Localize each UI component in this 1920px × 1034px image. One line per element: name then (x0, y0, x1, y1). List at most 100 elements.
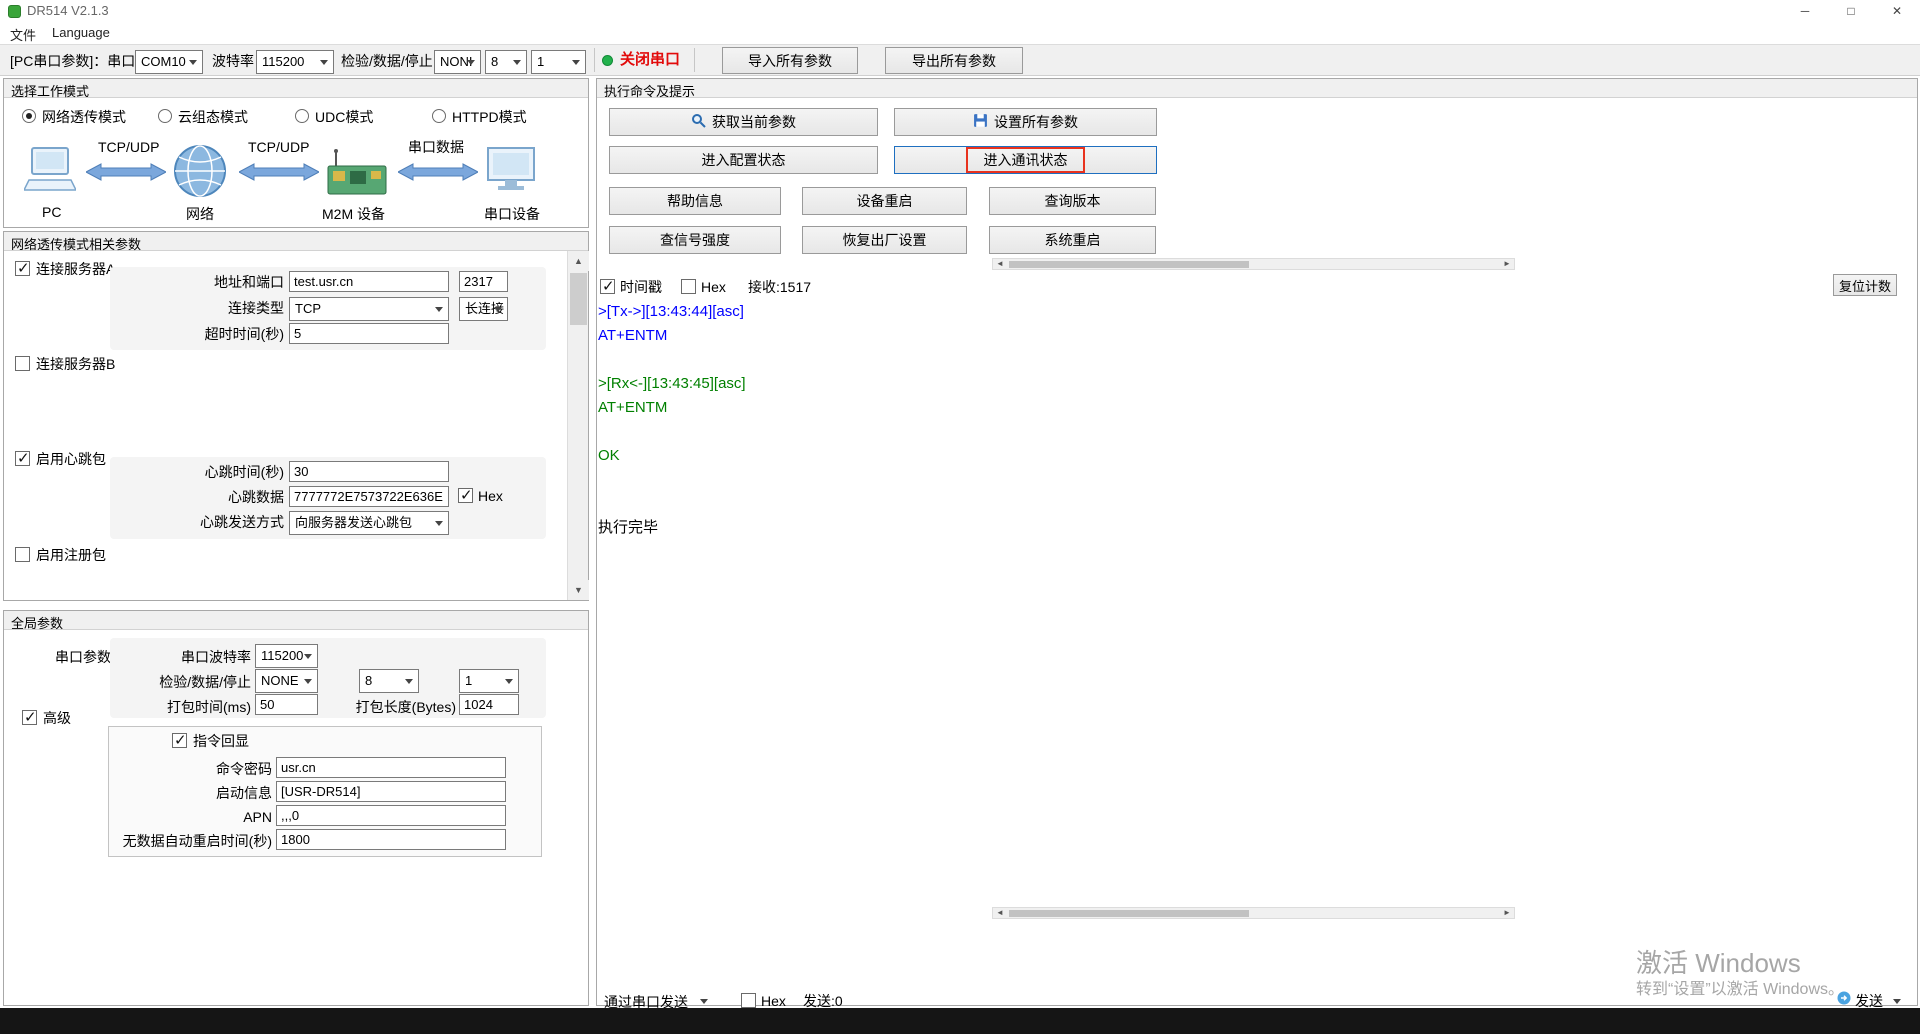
radio-httpd[interactable] (432, 109, 446, 123)
export-params-button[interactable]: 导出所有参数 (885, 47, 1023, 74)
serial-data-arrow-icon (398, 163, 478, 184)
net-params-scrollbar[interactable]: ▲ ▼ (567, 251, 588, 600)
query-version-button[interactable]: 查询版本 (989, 187, 1156, 215)
help-button[interactable]: 帮助信息 (609, 187, 781, 215)
server-b-checkbox[interactable] (15, 356, 30, 371)
advanced-checkbox[interactable] (22, 710, 37, 725)
maximize-button[interactable]: □ (1828, 0, 1874, 22)
factory-reset-button[interactable]: 恢复出厂设置 (802, 226, 967, 254)
echo-checkbox[interactable] (172, 733, 187, 748)
parity-select[interactable]: NONI (434, 50, 481, 74)
pack-time-label: 打包时间(ms) (110, 698, 251, 716)
menu-file[interactable]: 文件 (10, 25, 36, 44)
scrollbar-thumb[interactable] (570, 273, 587, 325)
heartbeat-checkbox[interactable] (15, 451, 30, 466)
heartbeat-data-input[interactable] (289, 486, 449, 507)
work-mode-group-title: 选择工作模式 (4, 79, 588, 98)
auto-restart-input[interactable] (276, 829, 506, 850)
log-line: 执行完毕 (598, 516, 1898, 540)
scroll-left-icon[interactable]: ◄ (993, 259, 1007, 269)
addr-port-label: 地址和端口 (110, 273, 284, 291)
link1-label: TCP/UDP (98, 138, 159, 156)
minimize-button[interactable]: ─ (1782, 0, 1828, 22)
floppy-disk-icon (973, 113, 988, 131)
chevron-down-icon (320, 60, 328, 65)
signal-strength-button[interactable]: 查信号强度 (609, 226, 781, 254)
databits-value: 8 (491, 54, 498, 69)
system-restart-button[interactable]: 系统重启 (989, 226, 1156, 254)
global-params-group-title: 全局参数 (4, 611, 588, 630)
scrollbar-thumb[interactable] (1009, 261, 1249, 268)
set-params-button[interactable]: 设置所有参数 (894, 108, 1157, 136)
scroll-right-icon[interactable]: ► (1500, 908, 1514, 918)
radio-udc[interactable] (295, 109, 309, 123)
pack-time-input[interactable] (255, 694, 318, 715)
baud-select[interactable]: 115200 (256, 50, 334, 74)
register-checkbox[interactable] (15, 547, 30, 562)
heartbeat-hex-label: Hex (478, 487, 503, 505)
baud-value: 115200 (262, 54, 304, 69)
close-port-button[interactable]: 关闭串口 (620, 51, 680, 69)
global-stopbits-value: 1 (465, 673, 472, 688)
log-line: >[Tx->][13:43:44][asc] (598, 300, 1898, 324)
command-panel-title: 执行命令及提示 (597, 79, 1917, 98)
log-textarea[interactable]: >[Tx->][13:43:44][asc] AT+ENTM >[Rx<-][1… (598, 300, 1898, 900)
scroll-right-icon[interactable]: ► (1500, 259, 1514, 269)
server-a-port-input[interactable] (459, 271, 508, 292)
chevron-down-icon (494, 307, 502, 312)
boot-msg-input[interactable] (276, 781, 506, 802)
heartbeat-hex-checkbox[interactable] (458, 488, 473, 503)
pack-len-input[interactable] (459, 694, 519, 715)
timestamp-checkbox[interactable] (600, 279, 615, 294)
toolbar-separator (694, 48, 695, 72)
cmd-password-input[interactable] (276, 757, 506, 778)
scroll-up-icon[interactable]: ▲ (568, 251, 589, 271)
title-bar: DR514 V2.1.3 ─ □ ✕ (0, 0, 1920, 22)
server-a-checkbox[interactable] (15, 261, 30, 276)
radio-cloud[interactable] (158, 109, 172, 123)
pc-serial-label: [PC串口参数]：串口号 (10, 52, 149, 70)
heartbeat-time-input[interactable] (289, 461, 449, 482)
log-hex-checkbox[interactable] (681, 279, 696, 294)
heartbeat-time-label: 心跳时间(秒) (110, 463, 284, 481)
chevron-down-icon[interactable] (1893, 999, 1901, 1004)
timeout-label: 超时时间(秒) (110, 325, 284, 343)
scrollbar-thumb[interactable] (1009, 910, 1249, 917)
apn-input[interactable] (276, 805, 506, 826)
import-params-button[interactable]: 导入所有参数 (722, 47, 858, 74)
menu-language[interactable]: Language (52, 25, 110, 40)
scroll-left-icon[interactable]: ◄ (993, 908, 1007, 918)
databits-select[interactable]: 8 (485, 50, 527, 74)
enter-config-button[interactable]: 进入配置状态 (609, 146, 878, 174)
timeout-input[interactable] (289, 323, 449, 344)
reset-count-button[interactable]: 复位计数 (1833, 274, 1897, 296)
conn-mode-select[interactable]: 长连接 (459, 297, 508, 321)
global-databits-select[interactable]: 8 (359, 669, 419, 693)
heartbeat-send-select[interactable]: 向服务器发送心跳包 (289, 511, 449, 535)
footer-hex-checkbox[interactable] (741, 993, 756, 1008)
radio-cloud-label: 云组态模式 (178, 108, 248, 126)
server-a-address-input[interactable] (289, 271, 449, 292)
log-line (598, 420, 1898, 444)
log-bottom-scrollbar[interactable]: ◄ ► (992, 907, 1515, 919)
get-params-button[interactable]: 获取当前参数 (609, 108, 878, 136)
chevron-down-icon[interactable] (700, 999, 708, 1004)
chevron-down-icon (435, 307, 443, 312)
heartbeat-label: 启用心跳包 (36, 450, 106, 468)
global-parity-select[interactable]: NONE (255, 669, 318, 693)
chevron-down-icon (304, 679, 312, 684)
radio-net-passthrough[interactable] (22, 109, 36, 123)
advanced-label: 高级 (43, 709, 71, 727)
log-top-scrollbar[interactable]: ◄ ► (992, 258, 1515, 270)
global-stopbits-select[interactable]: 1 (459, 669, 519, 693)
device-restart-button[interactable]: 设备重启 (802, 187, 967, 215)
com-port-select[interactable]: COM10 (135, 50, 203, 74)
scroll-down-icon[interactable]: ▼ (568, 580, 589, 600)
set-params-label: 设置所有参数 (994, 112, 1078, 132)
conn-type-select[interactable]: TCP (289, 297, 449, 321)
close-button[interactable]: ✕ (1874, 0, 1920, 22)
global-baud-select[interactable]: 115200 (255, 644, 318, 668)
enter-comm-button[interactable]: 进入通讯状态 (894, 146, 1157, 174)
stopbits-select[interactable]: 1 (531, 50, 586, 74)
tcp-udp-arrow-icon (86, 163, 166, 184)
